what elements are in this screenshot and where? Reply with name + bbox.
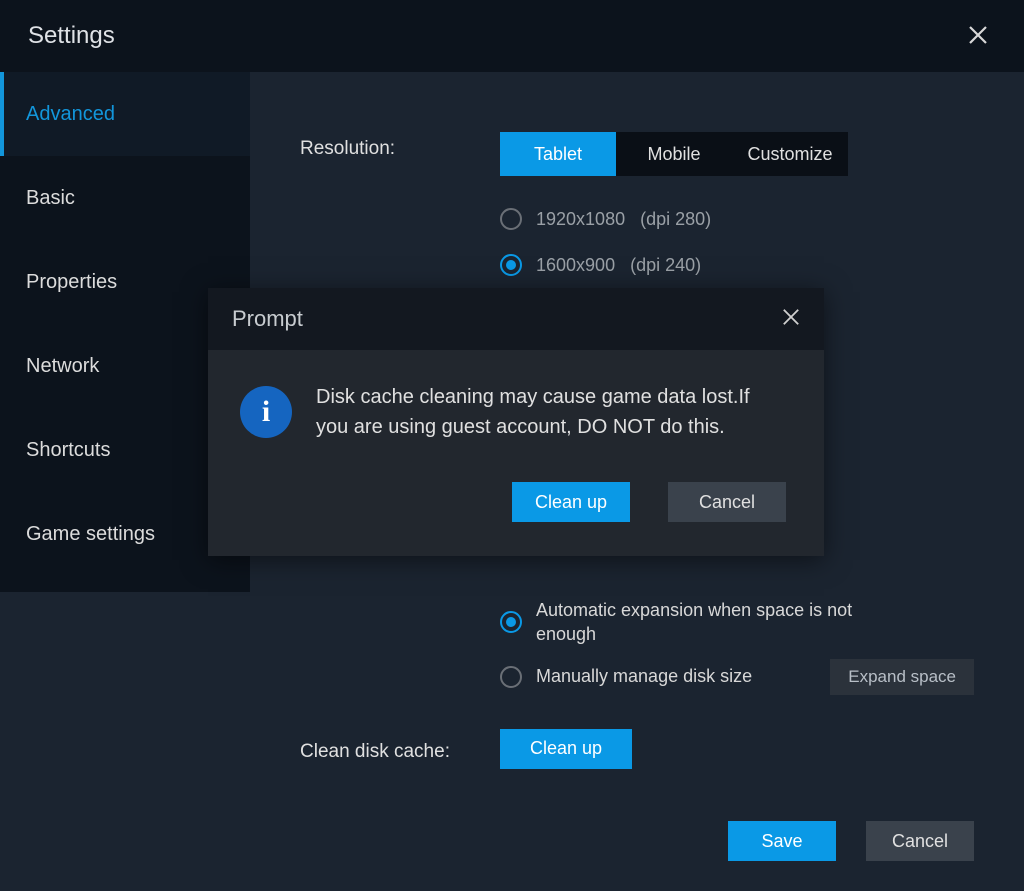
prompt-dialog: Prompt i Disk cache cleaning may cause g…	[208, 288, 824, 556]
resolution-radio-list: 1920x1080 (dpi 280) 1600x900 (dpi 240)	[500, 196, 974, 288]
resolution-value: 1920x1080 (dpi 280)	[536, 209, 711, 230]
sidebar-item-label: Game settings	[26, 523, 155, 546]
sidebar-item-label: Shortcuts	[26, 439, 110, 462]
dialog-footer: Clean up Cancel	[208, 452, 824, 556]
window-header: Settings	[0, 0, 1024, 72]
dialog-body: i Disk cache cleaning may cause game dat…	[208, 350, 824, 452]
resolution-option-1920x1080[interactable]: 1920x1080 (dpi 280)	[500, 196, 974, 242]
footer-actions: Save Cancel	[728, 821, 974, 861]
clean-cache-row: Clean disk cache: Clean up	[300, 729, 974, 769]
resolution-text: 1600x900	[536, 255, 615, 275]
segment-mobile[interactable]: Mobile	[616, 132, 732, 176]
resolution-dpi: (dpi 240)	[630, 255, 701, 275]
clean-cache-label: Clean disk cache:	[300, 735, 500, 763]
sidebar-item-advanced[interactable]: Advanced	[0, 72, 250, 156]
segment-tablet[interactable]: Tablet	[500, 132, 616, 176]
disk-manual-label: Manually manage disk size	[536, 664, 822, 688]
disk-option-auto[interactable]: Automatic expansion when space is not en…	[500, 598, 974, 647]
radio-icon	[500, 666, 522, 688]
resolution-dpi: (dpi 280)	[640, 209, 711, 229]
sidebar-item-basic[interactable]: Basic	[0, 156, 250, 240]
disk-option-manual[interactable]: Manually manage disk size Expand space	[500, 659, 974, 695]
resolution-row: Resolution: Tablet Mobile Customize	[300, 132, 974, 176]
expand-space-button[interactable]: Expand space	[830, 659, 974, 695]
dialog-title: Prompt	[232, 306, 303, 332]
close-icon[interactable]	[782, 305, 800, 333]
disk-auto-label: Automatic expansion when space is not en…	[536, 598, 856, 647]
dialog-message: Disk cache cleaning may cause game data …	[316, 382, 786, 442]
sidebar-item-label: Advanced	[26, 103, 115, 126]
save-button[interactable]: Save	[728, 821, 836, 861]
window-title: Settings	[28, 22, 115, 50]
resolution-option-1600x900[interactable]: 1600x900 (dpi 240)	[500, 242, 974, 288]
sidebar-item-label: Network	[26, 355, 99, 378]
cancel-button[interactable]: Cancel	[866, 821, 974, 861]
radio-icon	[500, 208, 522, 230]
sidebar-item-label: Properties	[26, 271, 117, 294]
radio-icon	[500, 254, 522, 276]
radio-icon	[500, 611, 522, 633]
resolution-text: 1920x1080	[536, 209, 625, 229]
info-icon: i	[240, 386, 292, 438]
dialog-cleanup-button[interactable]: Clean up	[512, 482, 630, 522]
resolution-value: 1600x900 (dpi 240)	[536, 255, 701, 276]
dialog-header: Prompt	[208, 288, 824, 350]
disk-management-group: Automatic expansion when space is not en…	[500, 598, 974, 695]
resolution-label: Resolution:	[300, 132, 500, 160]
segment-customize[interactable]: Customize	[732, 132, 848, 176]
dialog-cancel-button[interactable]: Cancel	[668, 482, 786, 522]
resolution-segment-group: Tablet Mobile Customize	[500, 132, 848, 176]
close-icon[interactable]	[960, 16, 996, 56]
clean-up-button[interactable]: Clean up	[500, 729, 632, 769]
sidebar-item-label: Basic	[26, 187, 75, 210]
